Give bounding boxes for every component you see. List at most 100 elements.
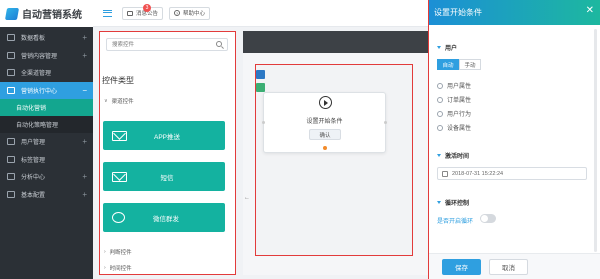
loop-toggle[interactable]	[480, 214, 496, 223]
brand-logo-icon	[4, 7, 20, 20]
messages-badge: 3	[143, 3, 151, 12]
execution-icon	[7, 86, 15, 94]
expand-icon: +	[82, 137, 87, 146]
sidebar-subitem-automation[interactable]: 自动化营销	[0, 99, 93, 116]
sidebar-item-config[interactable]: 基本配置 +	[0, 186, 93, 204]
save-button[interactable]: 保存	[442, 259, 481, 275]
sidebar-item-users[interactable]: 用户管理 +	[0, 133, 93, 151]
cancel-button[interactable]: 取消	[489, 259, 528, 275]
close-icon[interactable]: ✕	[586, 6, 594, 16]
radio-icon	[437, 110, 443, 117]
widget-panel: 控件类型 ∨ 渠道控件 APP推送 短信 微信群发 › 判断控件 › 时间控件	[99, 31, 236, 275]
connect-tool-icon[interactable]	[256, 83, 265, 92]
sidebar-item-dashboard[interactable]: 数据看板 +	[0, 29, 93, 47]
channels-icon	[7, 69, 15, 77]
help-label: 帮助中心	[183, 11, 206, 17]
widget-card-app-push[interactable]: APP推送	[103, 121, 225, 150]
sidebar-item-tags[interactable]: 标签管理	[0, 151, 93, 169]
section-user[interactable]: 用户	[437, 43, 457, 52]
group-label: 判断控件	[109, 250, 132, 256]
mail-icon	[112, 130, 127, 141]
sidebar-item-label: 标签管理	[21, 157, 46, 164]
expand-icon: +	[82, 33, 87, 42]
chevron-right-icon: ›	[104, 265, 106, 271]
mode-segmented-control: 自动 手动	[437, 59, 481, 70]
chevron-down-icon	[437, 201, 441, 204]
widget-search-input[interactable]	[106, 38, 228, 51]
sidebar-item-analytics[interactable]: 分析中心 +	[0, 168, 93, 186]
radio-user-behavior[interactable]: 用户行为	[437, 109, 471, 118]
brand-name: 自动营销系统	[22, 10, 82, 21]
collapse-panel-icon[interactable]: ←	[244, 195, 250, 201]
group-label: 时间控件	[109, 266, 132, 272]
sidebar-item-channels[interactable]: 全渠道管理	[0, 64, 93, 82]
config-icon	[7, 190, 15, 198]
widget-card-label: 微信群发	[153, 215, 179, 223]
group-channel[interactable]: ∨ 渠道控件	[104, 97, 134, 105]
wechat-icon	[112, 212, 125, 223]
group-label: 渠道控件	[111, 99, 134, 105]
top-bar: 消息公告 3 ? 帮助中心	[93, 0, 433, 27]
messages-button[interactable]: 消息公告 3	[122, 3, 164, 20]
help-button[interactable]: ? 帮助中心	[169, 6, 211, 20]
activation-time-input[interactable]: 2018-07-31 15:22:24	[437, 167, 587, 180]
sidebar-item-content[interactable]: 营销内容管理 +	[0, 47, 93, 65]
sidebar-item-label: 数据看板	[21, 36, 46, 43]
sidebar-item-label: 营销执行中心	[21, 88, 58, 95]
message-icon	[112, 171, 127, 182]
radio-user-attribute[interactable]: 用户属性	[437, 81, 471, 90]
brand[interactable]: 自动营销系统	[0, 0, 93, 27]
radio-device-attribute[interactable]: 设备属性	[437, 123, 471, 132]
sidebar-item-label: 分析中心	[21, 175, 46, 182]
dashboard-icon	[7, 34, 15, 42]
radio-label: 用户行为	[447, 112, 472, 118]
content-icon	[7, 51, 15, 59]
search-icon[interactable]	[216, 41, 222, 47]
calendar-icon	[442, 170, 448, 177]
sidebar-item-label: 基本配置	[21, 192, 46, 199]
widget-card-sms[interactable]: 短信	[103, 162, 225, 191]
mode-auto-option[interactable]: 自动	[437, 59, 459, 70]
expand-icon: +	[82, 50, 87, 60]
user-icon	[7, 138, 15, 146]
expand-icon: +	[82, 172, 87, 181]
select-tool-icon[interactable]	[256, 70, 265, 79]
node-output-port[interactable]	[323, 146, 327, 150]
sidebar-subitem-strategy[interactable]: 自动化策略管理	[0, 116, 93, 133]
menu-toggle-icon[interactable]	[103, 9, 112, 17]
canvas-toolbar	[243, 31, 433, 53]
chevron-down-icon: ∨	[104, 98, 108, 104]
widget-panel-title: 控件类型	[102, 76, 134, 85]
drawer-header: 设置开始条件 ✕	[429, 0, 600, 25]
message-icon	[127, 10, 133, 16]
radio-icon	[437, 96, 443, 103]
mode-manual-option[interactable]: 手动	[459, 59, 481, 70]
sidebar-item-label: 全渠道管理	[21, 71, 52, 78]
sidebar-subitem-label: 自动化营销	[16, 106, 47, 112]
sidebar-subitem-label: 自动化策略管理	[16, 123, 59, 129]
loop-toggle-label: 是否开启循环	[437, 219, 474, 225]
sidebar-item-label: 营销内容管理	[21, 53, 58, 60]
radio-icon	[437, 82, 443, 89]
section-activation-time[interactable]: 激活时间	[437, 151, 469, 160]
radio-label: 订单属性	[447, 98, 472, 104]
drawer-title: 设置开始条件	[434, 8, 482, 17]
group-time[interactable]: › 时间控件	[104, 264, 132, 272]
activation-time-value: 2018-07-31 15:22:24	[452, 170, 504, 177]
sidebar-item-execution[interactable]: 营销执行中心 −	[0, 81, 93, 99]
radio-icon	[437, 124, 443, 131]
widget-card-wechat[interactable]: 微信群发	[103, 203, 225, 232]
play-icon	[319, 96, 332, 109]
node-confirm-button[interactable]: 确认	[309, 129, 341, 140]
chevron-down-icon	[437, 46, 441, 49]
start-condition-node[interactable]: 设置开始条件 确认	[262, 92, 387, 153]
drawer-scrollbar[interactable]	[594, 29, 597, 252]
help-icon: ?	[174, 10, 181, 16]
section-title: 用户	[445, 46, 458, 52]
analytics-icon	[7, 173, 15, 181]
radio-label: 设备属性	[447, 126, 472, 132]
section-loop-control[interactable]: 循环控制	[437, 198, 469, 207]
group-judge[interactable]: › 判断控件	[104, 248, 132, 256]
section-title: 循环控制	[445, 201, 470, 207]
radio-order-attribute[interactable]: 订单属性	[437, 95, 471, 104]
